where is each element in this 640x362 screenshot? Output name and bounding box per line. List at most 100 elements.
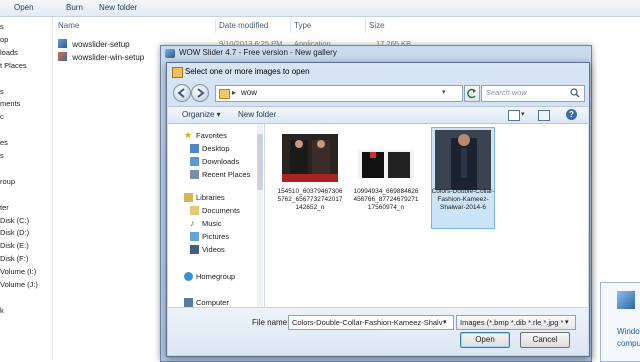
view-dropdown-icon[interactable]: ▾: [521, 110, 525, 118]
file-name-value: Colors-Double-Collar-Fashion-Kameez-Shal…: [292, 318, 443, 327]
nav-documents[interactable]: Documents: [202, 206, 240, 215]
breadcrumb-chevron-icon: ▸: [232, 88, 237, 97]
file-row[interactable]: wowslider-win-setup: [58, 52, 144, 64]
explorer-nav-item[interactable]: es: [0, 138, 8, 147]
file-item-selected[interactable]: Colors-Double-Collar-Fashion-Kameez-Shal…: [431, 127, 495, 229]
folder-icon: [219, 89, 230, 99]
nav-music[interactable]: Music: [202, 219, 222, 228]
file-label: 154510_603794673065762_65677327420171426…: [277, 188, 343, 211]
file-type-select[interactable]: Images (*.bmp *.dib *.rle *.jpg * ▾: [456, 315, 576, 330]
new-folder-button[interactable]: New folder: [238, 110, 276, 119]
forward-button[interactable]: [191, 84, 209, 102]
image-thumbnail: [435, 130, 491, 190]
explorer-nav-item[interactable]: c: [0, 112, 4, 121]
nav-scrollbar[interactable]: [257, 124, 263, 307]
nav-videos[interactable]: Videos: [202, 245, 225, 254]
nav-favorites[interactable]: Favorites: [196, 131, 227, 140]
explorer-nav-item[interactable]: Disk (F:): [0, 254, 28, 263]
help-icon[interactable]: ?: [566, 109, 577, 120]
column-header-name[interactable]: Name: [58, 21, 79, 30]
computer-icon: [184, 298, 193, 307]
explorer-nav-item[interactable]: s: [0, 22, 4, 31]
new-folder-button[interactable]: New folder: [99, 3, 137, 12]
organize-button[interactable]: Organize ▾: [182, 110, 221, 119]
burn-button[interactable]: Burn: [66, 3, 83, 12]
refresh-icon: [467, 88, 476, 99]
wow-window-title: WOW Slider 4.7 - Free version - New gall…: [179, 48, 337, 57]
explorer-nav-item[interactable]: s: [0, 87, 4, 96]
explorer-nav-item[interactable]: t Places: [0, 61, 27, 70]
refresh-button[interactable]: [464, 85, 480, 102]
file-item[interactable]: 10994934_669884626456766_877246792711756…: [353, 130, 419, 226]
nav-scrollbar-thumb[interactable]: [257, 134, 263, 190]
file-name-dropdown-icon[interactable]: ▾: [443, 318, 447, 326]
downloads-icon: [190, 157, 199, 166]
explorer-toolbar: Open Burn New folder: [0, 0, 640, 17]
star-icon: ★: [184, 130, 193, 140]
file-row[interactable]: wowslider-setup: [58, 39, 130, 51]
dialog-title: Select one or more images to open: [185, 67, 310, 76]
nav-downloads[interactable]: Downloads: [202, 157, 239, 166]
libraries-icon: [184, 193, 193, 202]
file-type-dropdown-icon[interactable]: ▾: [565, 318, 569, 326]
view-options-icon[interactable]: [508, 110, 520, 121]
file-name-input[interactable]: Colors-Double-Collar-Fashion-Kameez-Shal…: [288, 315, 454, 330]
address-dropdown-icon[interactable]: ▾: [442, 88, 446, 96]
search-input[interactable]: Search wow: [481, 85, 585, 102]
documents-icon: [190, 206, 199, 215]
homegroup-icon: [184, 272, 193, 281]
explorer-nav-item[interactable]: Disk (C:): [0, 216, 29, 225]
open-button[interactable]: Open: [14, 3, 34, 12]
videos-icon: [190, 245, 199, 254]
column-header-size[interactable]: Size: [369, 21, 385, 30]
file-label: Colors-Double-Collar-Fashion-Kameez-Shal…: [431, 188, 495, 211]
search-icon: [570, 88, 580, 98]
nav-pictures[interactable]: Pictures: [202, 232, 229, 241]
column-header-date[interactable]: Date modified: [219, 21, 268, 30]
column-header-type[interactable]: Type: [294, 21, 311, 30]
desktop-icon: [190, 144, 199, 153]
explorer-nav-item[interactable]: loads: [0, 48, 18, 57]
open-file-dialog: Select one or more images to open ▸ wow …: [166, 62, 590, 357]
explorer-nav-item[interactable]: k: [0, 306, 4, 315]
dialog-footer: File name: Colors-Double-Collar-Fashion-…: [168, 308, 588, 355]
file-item[interactable]: 154510_603794673065762_65677327420171426…: [277, 130, 343, 226]
application-icon: [58, 39, 67, 48]
background-window-right: Windo compu: [600, 282, 640, 362]
application-icon: [58, 52, 67, 61]
explorer-nav-item[interactable]: Disk (E:): [0, 241, 29, 250]
file-label: 10994934_669884626456766_877246792711756…: [353, 188, 419, 211]
nav-computer[interactable]: Computer: [196, 298, 229, 307]
recent-places-icon: [190, 170, 199, 179]
nav-libraries[interactable]: Libraries: [196, 193, 225, 202]
file-name: wowslider-win-setup: [72, 53, 145, 62]
arrow-left-icon: [177, 88, 185, 98]
preview-pane-icon[interactable]: [538, 110, 550, 121]
nav-homegroup[interactable]: Homegroup: [196, 272, 235, 281]
search-placeholder: Search wow: [486, 88, 527, 97]
explorer-nav-item[interactable]: op: [0, 35, 8, 44]
explorer-nav-item[interactable]: s: [0, 151, 4, 160]
address-bar[interactable]: ▸ wow ▾: [215, 85, 463, 102]
file-name-label: File name:: [252, 318, 290, 327]
back-button[interactable]: [173, 84, 191, 102]
column-separator: [290, 19, 291, 33]
music-icon: ♪: [190, 218, 195, 228]
explorer-nav-item[interactable]: roup: [0, 177, 15, 186]
app-icon: [617, 291, 635, 309]
breadcrumb-folder[interactable]: wow: [241, 88, 257, 97]
open-button[interactable]: Open: [460, 332, 510, 348]
nav-desktop[interactable]: Desktop: [202, 144, 230, 153]
explorer-nav-item[interactable]: Volume (J:): [0, 280, 38, 289]
nav-recent-places[interactable]: Recent Places: [202, 170, 250, 179]
address-row: ▸ wow ▾ Search wow: [171, 83, 585, 103]
cancel-button[interactable]: Cancel: [520, 332, 570, 348]
file-list: 154510_603794673065762_65677327420171426…: [265, 124, 588, 307]
explorer-nav-item[interactable]: Disk (D:): [0, 228, 29, 237]
pictures-icon: [190, 232, 199, 241]
explorer-nav-item[interactable]: ter: [0, 203, 9, 212]
column-separator: [365, 19, 366, 33]
explorer-nav-item[interactable]: Volume (I:): [0, 267, 36, 276]
explorer-nav-item[interactable]: ments: [0, 99, 20, 108]
image-thumbnail: [282, 134, 338, 182]
